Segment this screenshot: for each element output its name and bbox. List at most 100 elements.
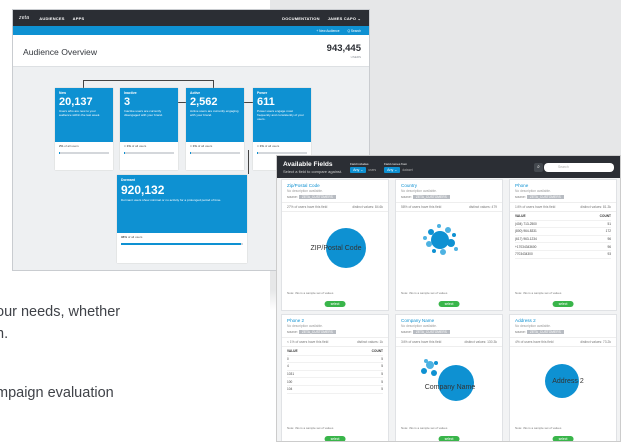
segment-percent: 2% of all users — [59, 144, 79, 148]
nav-documentation[interactable]: DOCUMENTATION — [282, 16, 320, 21]
table-row: 104 5 — [287, 386, 383, 394]
viz-label: Company Name — [425, 384, 476, 391]
segment-count: 2,562 — [190, 96, 218, 108]
body-copy-line-1: our needs, whether — [0, 304, 121, 320]
segment-card-active[interactable]: Active 2,562 Active users are currently en… — [186, 88, 244, 170]
select-button[interactable]: select — [552, 436, 574, 441]
filter-includes: Field includes Any ⌄ users — [350, 161, 377, 173]
segment-label: Active — [190, 91, 201, 95]
field-card[interactable]: Address 2 No description available. sour… — [509, 314, 617, 441]
field-bubble-chart — [423, 224, 458, 255]
select-button[interactable]: select — [324, 436, 346, 441]
field-name: Phone — [515, 183, 529, 188]
body-copy-line-2: n. — [0, 326, 9, 342]
field-card[interactable]: Phone No description available. source: Z… — [509, 179, 617, 311]
table-row: 7703434300 93 — [515, 251, 611, 259]
field-stats: < 1% of users have this field distinct va… — [282, 337, 388, 347]
table-row: 100 5 — [287, 378, 383, 386]
table-row: 1031 5 — [287, 371, 383, 379]
segment-percent: < 1% of all users — [257, 144, 280, 148]
field-stats: 58% of users have this field distinct val… — [396, 202, 502, 212]
segment-count: 611 — [257, 96, 275, 108]
overview-header: Audience Overview 943,445 USERS — [13, 35, 369, 67]
source-tag: ZETA_CUSTOMERS — [412, 330, 450, 334]
segment-description: Power users engage most frequently and c… — [257, 109, 304, 121]
segment-percent: < 1% of all users — [124, 144, 147, 148]
segment-percent: 98% of all users — [121, 235, 143, 239]
connector-line — [213, 80, 214, 88]
field-card[interactable]: Company Name No description available. s… — [395, 314, 503, 441]
connector-line — [248, 150, 249, 174]
field-stats: 4% of users have this field distinct valu… — [510, 337, 616, 347]
action-bar: + New Audience Q Search — [13, 26, 369, 35]
source-tag: ZETA_CUSTOMERS — [526, 330, 564, 334]
select-button[interactable]: select — [552, 301, 574, 307]
segment-description: Inactive users are currently disengaged … — [124, 109, 163, 117]
filter-includes-dropdown[interactable]: Any ⌄ — [350, 166, 367, 173]
field-card[interactable]: Country No description available. source… — [395, 179, 503, 311]
fields-search-input[interactable]: ⌕ Search — [534, 162, 614, 172]
source-tag: ZETA_CUSTOMERS — [412, 195, 450, 199]
search-button[interactable]: Q Search — [348, 29, 361, 33]
field-stats: 27% of users have this field distinct val… — [282, 202, 388, 212]
field-stats: 34% of users have this field distinct val… — [396, 337, 502, 347]
field-name: Zip/Postal Code — [287, 183, 320, 188]
select-button[interactable]: select — [324, 301, 346, 307]
segment-card-new[interactable]: New 20,137 Users who are new to your audie… — [55, 88, 113, 170]
segment-count: 3 — [124, 96, 131, 108]
segment-card-inactive[interactable]: Inactive 3 Inactive users are currently di… — [120, 88, 178, 170]
segment-label: New — [59, 91, 66, 95]
segment-card-dormant[interactable]: Dormant 920,132 Dormant users show minimal… — [117, 175, 247, 263]
field-name: Phone 2 — [287, 318, 305, 323]
table-row: 45 — [287, 363, 383, 371]
source-tag: ZETA_CUSTOMERS — [298, 195, 336, 199]
segment-label: Inactive — [124, 91, 137, 95]
filter-source-dropdown[interactable]: Any ⌄ — [384, 166, 401, 173]
fields-subtitle: Select a field to compare against. — [283, 168, 343, 174]
nav-audiences[interactable]: AUDIENCES — [39, 16, 64, 21]
table-row: (617) 963-1234 96 — [515, 236, 611, 244]
select-button[interactable]: select — [438, 436, 460, 441]
user-menu[interactable]: JAMES CAPO ⌄ — [328, 16, 361, 21]
table-row: (404) 713-2500 51 — [515, 221, 611, 229]
segment-description: Active users are currently engaging with… — [190, 109, 239, 117]
field-name: Country — [401, 183, 418, 188]
segment-progress-bar — [124, 152, 174, 154]
field-bubble-chart: Address 2 — [545, 364, 584, 398]
field-bubble-chart: ZIP/Postal Code — [311, 228, 366, 268]
field-card[interactable]: Phone 2 No description available. source… — [281, 314, 389, 441]
filter-source: Field comes from Any ⌄ dataset — [384, 161, 413, 173]
select-button[interactable]: select — [438, 301, 460, 307]
fields-header: Available Fields Select a field to compa… — [277, 156, 620, 178]
segment-percent: < 1% of all users — [190, 144, 213, 148]
page-title: Audience Overview — [23, 47, 98, 57]
nav-apps[interactable]: APPS — [73, 16, 85, 21]
field-card[interactable]: Zip/Postal Code No description available… — [281, 179, 389, 311]
value-table: VALUE COUNT 05 45 1031 5 100 5 104 5 — [287, 348, 383, 394]
table-row: 05 — [287, 356, 383, 364]
segment-count: 20,137 — [59, 96, 93, 108]
field-name: Company Name — [401, 318, 435, 323]
connector-line — [83, 80, 213, 81]
viz-label: Address 2 — [552, 378, 584, 385]
total-users-unit: USERS — [350, 55, 361, 59]
search-icon[interactable]: ⌕ — [534, 162, 543, 172]
segment-label: Dormant — [121, 178, 135, 182]
viz-label: ZIP/Postal Code — [311, 245, 362, 252]
total-users-count: 943,445 — [326, 43, 361, 54]
table-row: +17034343600 96 — [515, 243, 611, 251]
fields-title: Available Fields — [283, 160, 333, 168]
new-audience-button[interactable]: + New Audience — [316, 29, 339, 33]
app-logo[interactable]: zeta — [19, 15, 29, 21]
source-tag: ZETA_CUSTOMERS — [526, 195, 564, 199]
segment-progress-bar — [59, 152, 109, 154]
available-fields-window: Available Fields Select a field to compa… — [276, 155, 621, 442]
source-tag: ZETA_CUSTOMERS — [298, 330, 336, 334]
segment-count: 920,132 — [121, 183, 165, 197]
segment-description: Dormant users show minimal or no activit… — [121, 198, 222, 202]
segment-progress-bar — [190, 152, 240, 154]
segment-progress-bar — [257, 152, 307, 154]
segment-label: Power — [257, 91, 268, 95]
field-stats: 14% of users have this field distinct val… — [510, 202, 616, 212]
table-row: (800) 964-8331 172 — [515, 228, 611, 236]
